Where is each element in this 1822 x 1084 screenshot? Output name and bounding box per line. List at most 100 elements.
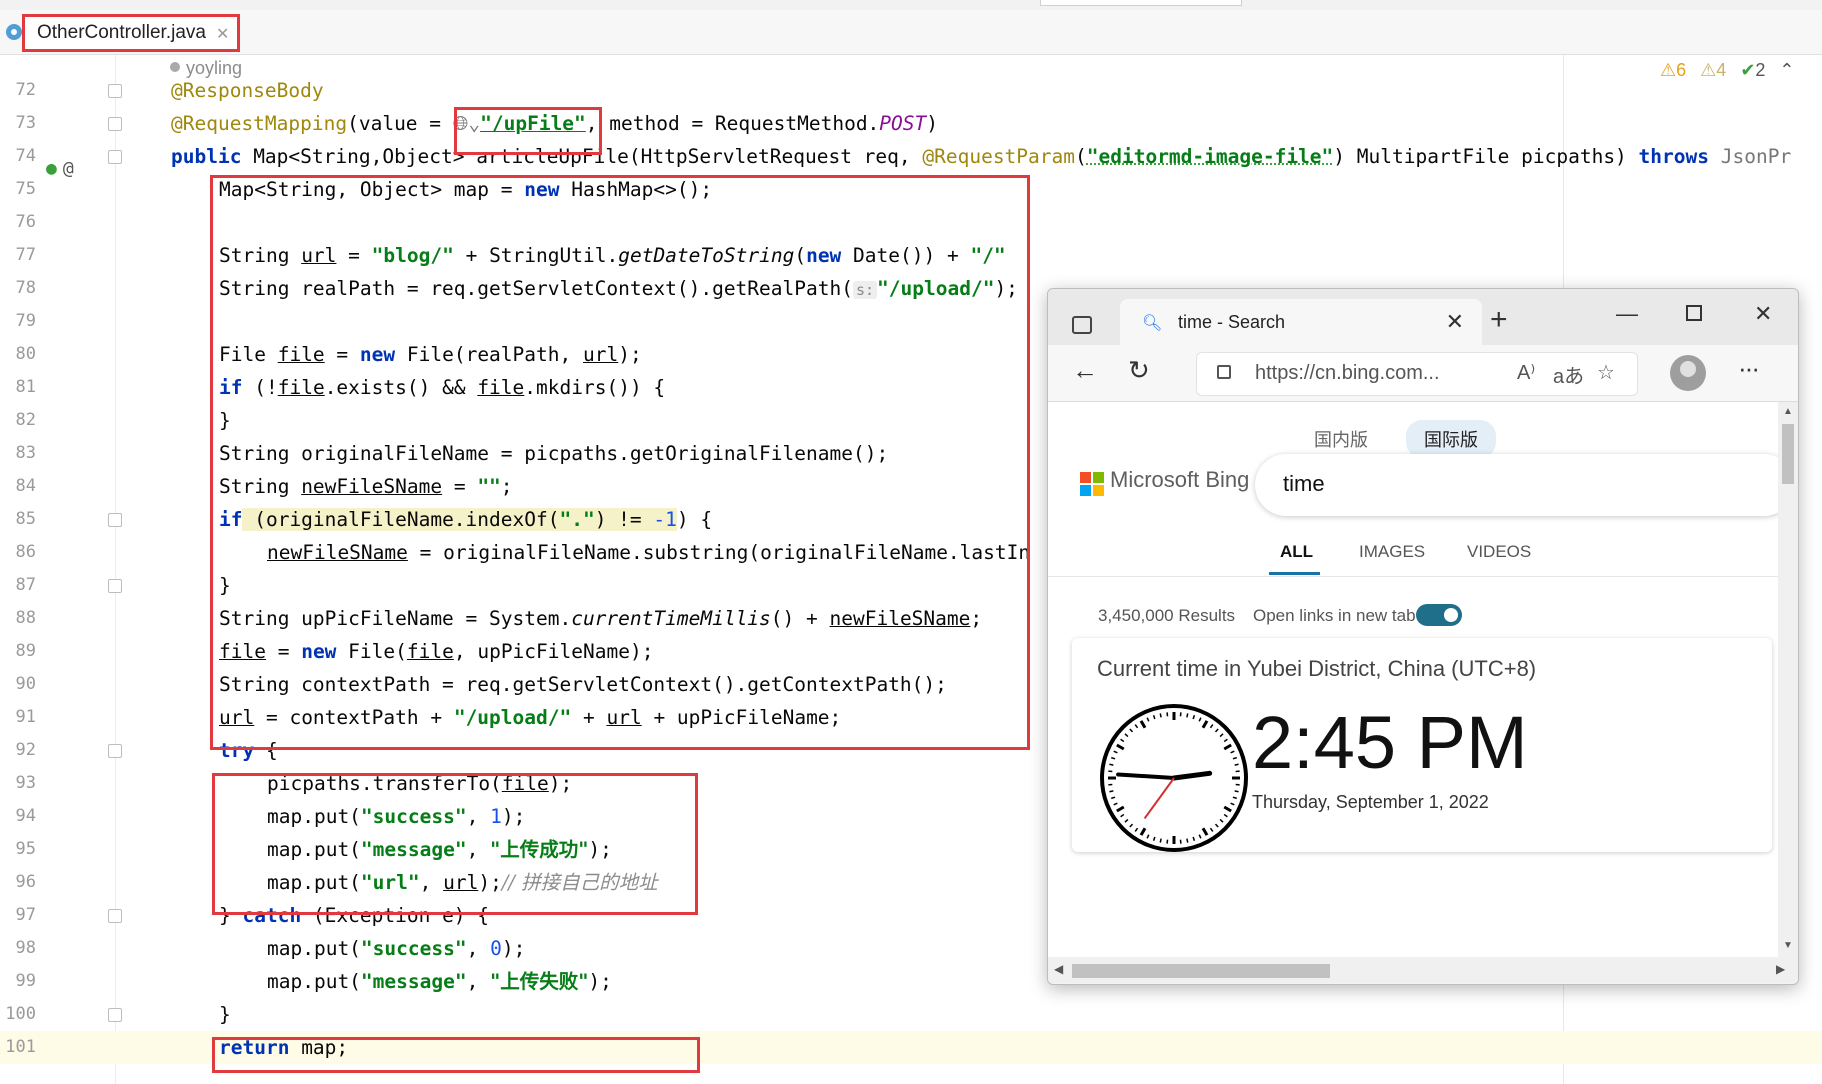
- scroll-left-icon[interactable]: ◀: [1054, 962, 1063, 976]
- address-bar[interactable]: https://cn.bing.com... A⁾ aあ ☆: [1196, 352, 1638, 396]
- string-literal: "": [477, 475, 501, 498]
- scrollbar-thumb[interactable]: [1782, 424, 1794, 484]
- code-token: () +: [770, 607, 830, 630]
- code-line: 100 }: [0, 998, 1822, 1031]
- clock-minute-tick: [1234, 763, 1239, 766]
- fold-marker[interactable]: [108, 1008, 122, 1022]
- bing-brand[interactable]: Microsoft Bing: [1110, 467, 1249, 493]
- line-number: 83: [15, 443, 36, 463]
- parameter-hint: s:: [852, 281, 878, 299]
- lock-icon[interactable]: [1217, 365, 1231, 379]
- globe-dropdown-icon[interactable]: 🌐︎⌄: [453, 112, 480, 135]
- code-token: ,: [466, 937, 491, 960]
- code-token: (: [794, 244, 807, 267]
- string-literal: "/upFile": [480, 112, 586, 135]
- maximize-icon[interactable]: [1686, 305, 1702, 321]
- variable: url: [219, 706, 255, 729]
- fold-marker[interactable]: [108, 579, 122, 593]
- region-tab-international[interactable]: 国际版: [1406, 420, 1496, 458]
- code-token: }: [219, 574, 231, 597]
- read-aloud-icon[interactable]: A⁾: [1517, 360, 1535, 385]
- string-literal: "上传成功": [490, 838, 589, 861]
- fold-marker[interactable]: [108, 150, 122, 164]
- add-favorite-icon[interactable]: ☆: [1597, 360, 1615, 385]
- code-token: String: [219, 475, 302, 498]
- code-token: + upPicFileName;: [641, 706, 842, 729]
- code-line: 73 @RequestMapping(value = 🌐︎⌄"/upFile",…: [0, 107, 1822, 140]
- code-token: {: [254, 739, 278, 762]
- variable: file: [477, 376, 525, 399]
- scroll-right-icon[interactable]: ▶: [1776, 962, 1785, 976]
- code-comment: // 拼接自己的地址: [501, 871, 658, 894]
- variable: newFileSName: [267, 541, 408, 564]
- logo-square-blue: [1080, 485, 1091, 496]
- keyword: new: [524, 178, 560, 201]
- fold-marker[interactable]: [108, 909, 122, 923]
- line-number: 74: [15, 146, 36, 166]
- variable: file: [219, 640, 266, 663]
- scope-tab-videos[interactable]: VIDEOS: [1467, 542, 1531, 562]
- time-answer-card: Current time in Yubei District, China (U…: [1072, 638, 1772, 852]
- logo-square-green: [1093, 472, 1104, 483]
- translate-icon[interactable]: aあ: [1553, 360, 1584, 389]
- search-input[interactable]: time: [1255, 454, 1795, 516]
- code-token: );: [588, 970, 612, 993]
- fold-marker[interactable]: [108, 84, 122, 98]
- line-number: 85: [15, 509, 36, 529]
- code-token: String realPath = req.getServletContext(…: [219, 277, 853, 300]
- scope-tab-images[interactable]: IMAGES: [1359, 542, 1425, 562]
- tab-actions-icon[interactable]: [1072, 316, 1092, 334]
- clock-minute-tick: [1186, 713, 1189, 718]
- scope-tab-all[interactable]: ALL: [1280, 542, 1313, 562]
- more-menu-icon[interactable]: ···: [1738, 353, 1760, 384]
- code-token: map.put(: [267, 937, 361, 960]
- current-code-line: 101 return map;: [0, 1031, 1822, 1064]
- scroll-down-icon[interactable]: ▼: [1783, 940, 1793, 951]
- close-tab-icon[interactable]: ✕: [216, 24, 229, 43]
- code-token: File: [219, 343, 278, 366]
- browser-toolbar: ← ↻ https://cn.bing.com... A⁾ aあ ☆ ···: [1048, 345, 1798, 402]
- microsoft-logo-icon[interactable]: [1080, 472, 1104, 496]
- code-token: (!: [242, 376, 278, 399]
- line-number: 79: [15, 311, 36, 331]
- string-literal: "/upload/": [877, 277, 995, 300]
- browser-window: 🔍︎ time - Search ✕ + — ✕ ← ↻ https://cn.…: [1047, 288, 1799, 985]
- refresh-icon[interactable]: ↻: [1128, 355, 1150, 386]
- code-token: picpaths.transferTo(: [267, 772, 502, 795]
- string-literal: "message": [360, 838, 467, 861]
- keyword: new: [359, 343, 396, 366]
- fold-marker[interactable]: [108, 744, 122, 758]
- browser-tab-search[interactable]: 🔍︎ time - Search ✕: [1120, 299, 1482, 345]
- horizontal-scrollbar[interactable]: ◀ ▶: [1048, 957, 1798, 983]
- new-tab-icon[interactable]: +: [1490, 303, 1508, 337]
- line-number: 101: [5, 1037, 36, 1057]
- string-literal: "/": [970, 244, 1006, 267]
- tab-title: time - Search: [1178, 312, 1286, 332]
- minimize-icon[interactable]: —: [1616, 301, 1638, 327]
- scrollbar-thumb[interactable]: [1072, 964, 1330, 978]
- profile-avatar[interactable]: [1670, 355, 1706, 391]
- code-token: ,: [419, 871, 444, 894]
- string-literal: ".": [559, 508, 595, 531]
- browser-tab-strip: 🔍︎ time - Search ✕ + — ✕: [1048, 289, 1798, 345]
- code-token: JsonPr: [1709, 145, 1792, 168]
- open-links-toggle[interactable]: [1416, 604, 1462, 626]
- fold-marker[interactable]: [108, 117, 122, 131]
- address-text: https://cn.bing.com...: [1255, 362, 1440, 384]
- line-number: 81: [15, 377, 36, 397]
- string-literal: "/upload/": [453, 706, 572, 729]
- line-number: 82: [15, 410, 36, 430]
- vertical-scrollbar[interactable]: ▲ ▼: [1778, 402, 1798, 957]
- close-tab-icon[interactable]: ✕: [1446, 309, 1464, 335]
- variable: url: [582, 343, 619, 366]
- back-arrow-icon[interactable]: ←: [1072, 355, 1098, 386]
- person-icon: [170, 62, 180, 72]
- region-tab-domestic[interactable]: 国内版: [1296, 420, 1386, 458]
- editor-tab-othercontroller[interactable]: OtherController.java ✕: [22, 14, 240, 52]
- line-number: 77: [15, 245, 36, 265]
- scroll-up-icon[interactable]: ▲: [1783, 406, 1793, 417]
- close-window-icon[interactable]: ✕: [1754, 301, 1772, 327]
- keyword: return: [219, 1036, 290, 1059]
- fold-marker[interactable]: [108, 513, 122, 527]
- line-number: 93: [15, 773, 36, 793]
